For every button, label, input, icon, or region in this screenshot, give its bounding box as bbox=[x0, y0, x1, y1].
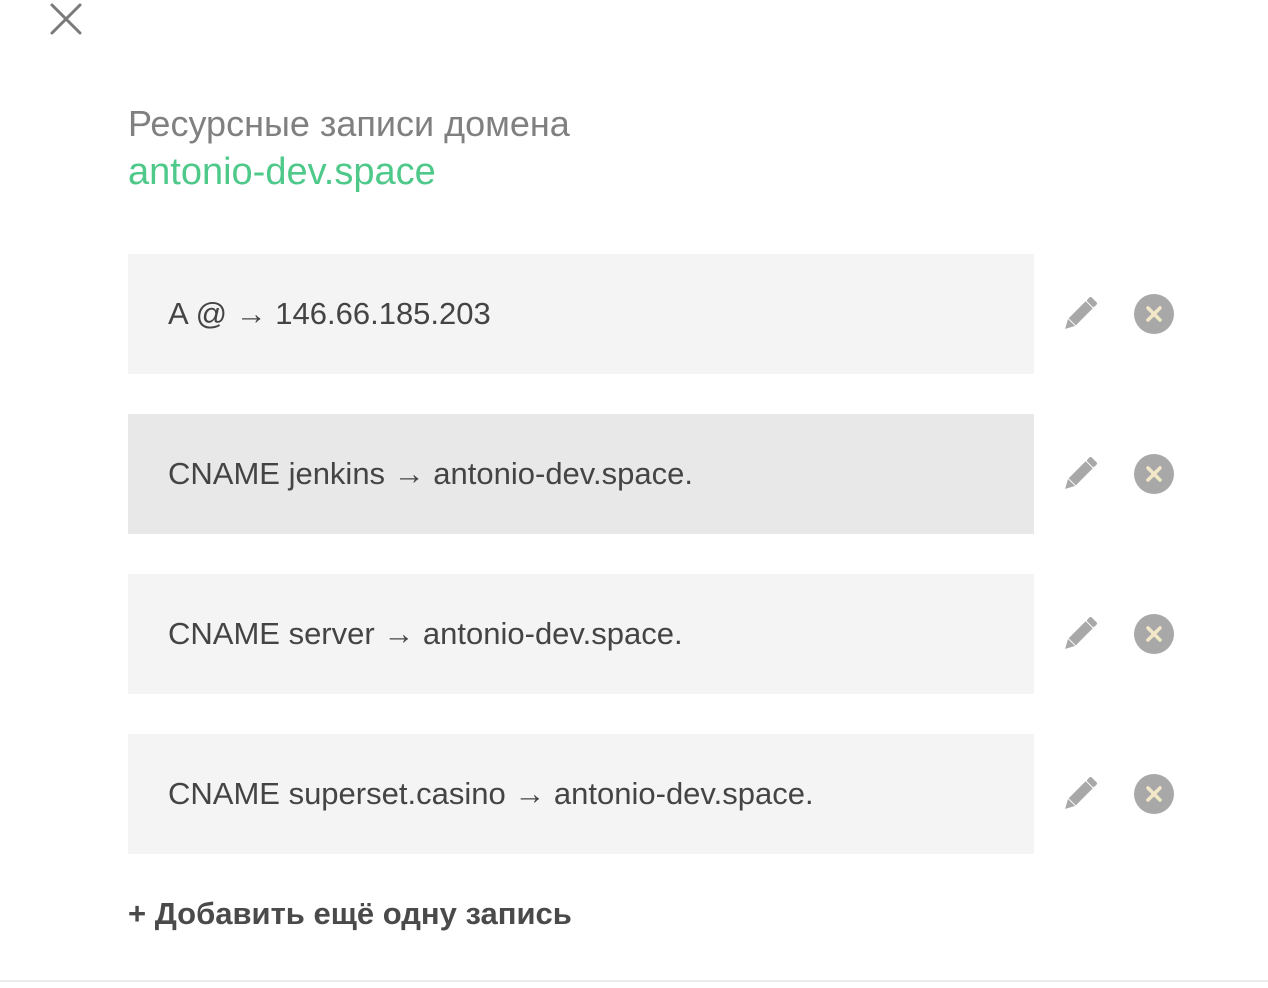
edit-record-button[interactable] bbox=[1058, 452, 1102, 496]
pencil-icon bbox=[1065, 616, 1098, 649]
dns-records-dialog: Ресурсные записи домена antonio-dev.spac… bbox=[0, 0, 1268, 988]
dialog-title: Ресурсные записи домена bbox=[128, 103, 570, 144]
delete-record-button[interactable] bbox=[1134, 774, 1174, 814]
delete-record-button[interactable] bbox=[1134, 294, 1174, 334]
remove-circle-icon bbox=[1134, 774, 1174, 814]
domain-name: antonio-dev.space bbox=[128, 151, 436, 193]
delete-record-button[interactable] bbox=[1134, 454, 1174, 494]
record-text: CNAME jenkins → antonio-dev.space. bbox=[168, 456, 693, 491]
remove-circle-icon bbox=[1134, 454, 1174, 494]
record-item[interactable]: CNAME jenkins → antonio-dev.space. bbox=[128, 414, 1034, 534]
dialog-header: Ресурсные записи домена antonio-dev.spac… bbox=[128, 100, 570, 196]
pencil-icon bbox=[1065, 776, 1098, 809]
pencil-icon bbox=[1065, 456, 1098, 489]
close-icon bbox=[50, 3, 82, 35]
remove-circle-icon bbox=[1134, 614, 1174, 654]
remove-circle-icon bbox=[1134, 294, 1174, 334]
record-item[interactable]: A @ → 146.66.185.203 bbox=[128, 254, 1034, 374]
edit-record-button[interactable] bbox=[1058, 772, 1102, 816]
edit-record-button[interactable] bbox=[1058, 292, 1102, 336]
delete-record-button[interactable] bbox=[1134, 614, 1174, 654]
add-record-link[interactable]: + Добавить ещё одну запись bbox=[128, 896, 572, 932]
record-text: CNAME superset.casino → antonio-dev.spac… bbox=[168, 776, 814, 811]
record-item[interactable]: CNAME server → antonio-dev.space. bbox=[128, 574, 1034, 694]
record-item[interactable]: CNAME superset.casino → antonio-dev.spac… bbox=[128, 734, 1034, 854]
record-text: CNAME server → antonio-dev.space. bbox=[168, 616, 683, 651]
pencil-icon bbox=[1065, 296, 1098, 329]
record-text: A @ → 146.66.185.203 bbox=[168, 296, 491, 331]
close-button[interactable] bbox=[46, 0, 86, 40]
edit-record-button[interactable] bbox=[1058, 612, 1102, 656]
divider bbox=[0, 980, 1268, 982]
